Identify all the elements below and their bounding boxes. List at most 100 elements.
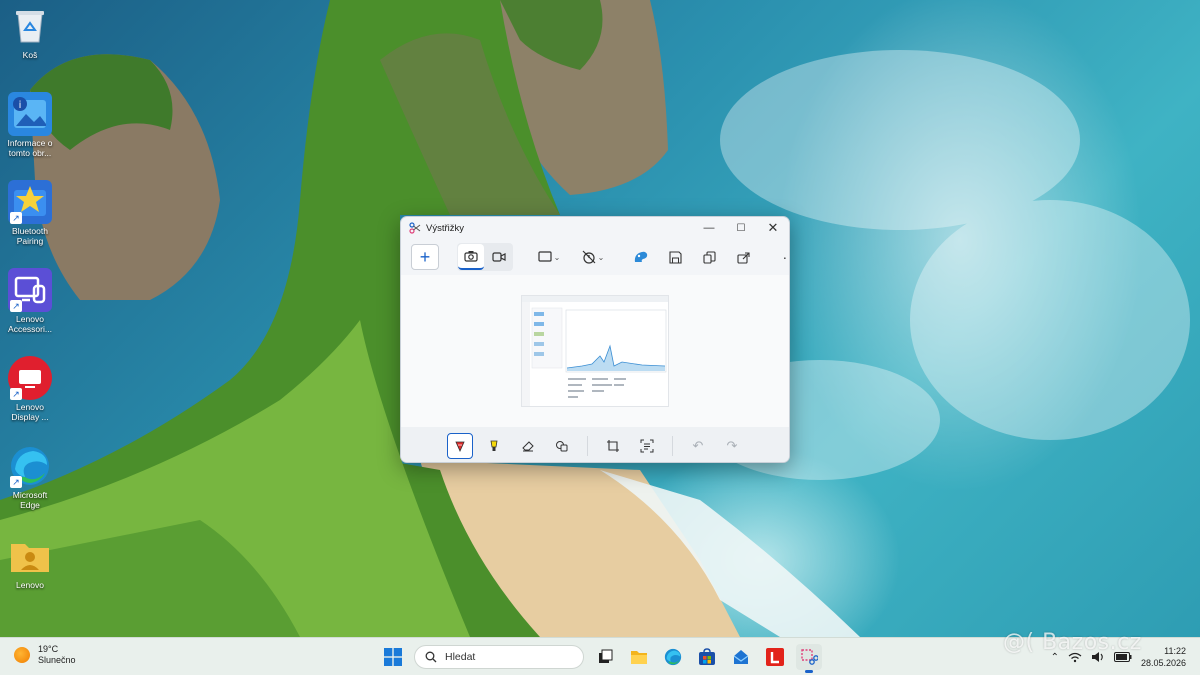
paint-icon bbox=[634, 251, 648, 262]
shapes-icon bbox=[556, 440, 568, 451]
save-icon bbox=[668, 250, 682, 264]
desktop-icon-image-info[interactable]: i Informace o tomto obr... bbox=[2, 92, 58, 158]
clock-date: 28.05.2026 bbox=[1140, 658, 1186, 668]
undo-button[interactable]: ↶ bbox=[685, 433, 711, 459]
mail-button[interactable] bbox=[728, 644, 754, 670]
title-bar[interactable]: Výstřižky — ☐ ✕ bbox=[401, 217, 789, 239]
edge-icon: ↗ bbox=[8, 444, 52, 488]
redo-button[interactable]: ↷ bbox=[719, 433, 745, 459]
text-actions-icon bbox=[640, 439, 654, 452]
more-icon: ··· bbox=[782, 249, 790, 265]
chevron-down-icon: ⌄ bbox=[553, 252, 561, 262]
edge-icon bbox=[664, 648, 682, 666]
shortcut-arrow-icon: ↗ bbox=[10, 300, 22, 312]
record-mode-button[interactable] bbox=[486, 244, 512, 270]
edge-taskbar-button[interactable] bbox=[660, 644, 686, 670]
crop-button[interactable] bbox=[600, 433, 626, 459]
toolbar-divider bbox=[587, 435, 588, 456]
toolbar-divider bbox=[672, 435, 673, 456]
weather-condition: Slunečno bbox=[38, 655, 76, 665]
lenovo-app-button[interactable] bbox=[762, 644, 788, 670]
copy-icon bbox=[702, 250, 716, 264]
search-placeholder: Hledat bbox=[445, 651, 476, 663]
search-icon bbox=[425, 651, 437, 663]
recycle-bin-icon bbox=[8, 4, 52, 48]
taskbar-search-box[interactable]: Hledat bbox=[414, 645, 584, 669]
snipping-tool-icon bbox=[801, 649, 818, 665]
sun-icon bbox=[14, 647, 30, 663]
timer-dropdown[interactable]: ⌄ bbox=[579, 244, 607, 270]
highlighter-icon bbox=[490, 440, 498, 451]
desktop-icon-bluetooth-pairing[interactable]: ↗ Bluetooth Pairing bbox=[2, 180, 58, 246]
copy-button[interactable] bbox=[695, 244, 723, 270]
crop-icon bbox=[607, 439, 619, 452]
redo-icon: ↷ bbox=[726, 437, 738, 453]
desktop-icon-label: Lenovo Display ... bbox=[11, 402, 49, 422]
snipping-tool-taskbar-button[interactable] bbox=[796, 644, 822, 673]
task-view-icon bbox=[599, 649, 613, 663]
desktop-icon-label: Lenovo Accessori... bbox=[8, 314, 52, 334]
share-icon bbox=[736, 251, 750, 264]
desktop-icon-label: Microsoft Edge bbox=[12, 490, 48, 510]
new-snip-button[interactable]: + bbox=[411, 244, 439, 270]
bazos-watermark: @( Bazos.cz bbox=[1003, 630, 1142, 655]
snip-preview-area[interactable] bbox=[401, 275, 789, 427]
weather-widget[interactable]: 19°C Slunečno bbox=[14, 644, 76, 666]
close-button[interactable]: ✕ bbox=[757, 217, 789, 239]
mail-icon bbox=[733, 650, 749, 664]
camera-icon bbox=[464, 251, 478, 262]
file-explorer-icon bbox=[631, 651, 647, 664]
store-icon bbox=[699, 648, 715, 665]
clock-time: 11:22 bbox=[1164, 646, 1186, 656]
screenshot-mode-button[interactable] bbox=[458, 244, 484, 270]
window-title: Výstřižky bbox=[426, 222, 464, 234]
task-view-button[interactable] bbox=[592, 644, 618, 670]
shortcut-arrow-icon: ↗ bbox=[10, 476, 22, 488]
taskbar-apps: Hledat bbox=[380, 642, 822, 673]
snip-shape-dropdown[interactable]: ⌄ bbox=[535, 244, 563, 270]
edit-in-paint-button[interactable] bbox=[627, 244, 655, 270]
minimize-button[interactable]: — bbox=[693, 217, 725, 239]
maximize-button[interactable]: ☐ bbox=[725, 217, 757, 239]
desktop-icon-edge[interactable]: ↗ Microsoft Edge bbox=[2, 444, 58, 510]
desktop-icon-label: Koš bbox=[22, 50, 38, 60]
eraser-icon bbox=[522, 440, 534, 451]
shortcut-arrow-icon: ↗ bbox=[10, 212, 22, 224]
svg-text:i: i bbox=[19, 100, 22, 111]
close-icon: ✕ bbox=[767, 220, 779, 235]
more-options-button[interactable]: ··· bbox=[777, 244, 790, 270]
desktop-icon-lenovo-accessories[interactable]: ↗ Lenovo Accessori... bbox=[2, 268, 58, 334]
start-button[interactable] bbox=[380, 644, 406, 670]
shapes-button[interactable] bbox=[549, 433, 575, 459]
taskbar-clock[interactable]: 11:22 28.05.2026 bbox=[1141, 645, 1186, 669]
captured-screenshot-thumbnail bbox=[521, 295, 669, 407]
markup-toolbar: ↶ ↷ bbox=[401, 427, 789, 462]
store-button[interactable] bbox=[694, 644, 720, 670]
chevron-down-icon: ⌄ bbox=[597, 252, 605, 262]
bluetooth-pairing-icon: ↗ bbox=[8, 180, 52, 224]
capture-mode-group bbox=[457, 243, 513, 271]
text-actions-button[interactable] bbox=[634, 433, 660, 459]
lenovo-accessories-icon: ↗ bbox=[8, 268, 52, 312]
desktop-icon-lenovo-display[interactable]: ↗ Lenovo Display ... bbox=[2, 356, 58, 422]
file-explorer-button[interactable] bbox=[626, 644, 652, 670]
snipping-tool-window[interactable]: Výstřižky — ☐ ✕ + ⌄ ⌄ · ↶ ↷ bbox=[400, 216, 790, 463]
windows-start-icon bbox=[384, 648, 402, 666]
desktop-icon-user-folder[interactable]: Lenovo bbox=[2, 534, 58, 590]
snip-toolbar: + ⌄ ⌄ ··· bbox=[401, 239, 789, 275]
desktop-icon-label: Informace o tomto obr... bbox=[7, 138, 53, 158]
snipping-tool-app-icon bbox=[409, 222, 421, 234]
ballpoint-pen-button[interactable] bbox=[447, 432, 473, 459]
desktop-icon-recycle-bin[interactable]: Koš bbox=[2, 4, 58, 60]
maximize-icon: ☐ bbox=[736, 222, 746, 234]
save-button[interactable] bbox=[661, 244, 689, 270]
highlighter-button[interactable] bbox=[481, 433, 507, 459]
screenshot-preview-image bbox=[522, 296, 668, 406]
snip-shape-icon bbox=[538, 251, 552, 262]
eraser-button[interactable] bbox=[515, 433, 541, 459]
share-button[interactable] bbox=[729, 244, 757, 270]
shortcut-arrow-icon: ↗ bbox=[10, 388, 22, 400]
desktop-icon-label: Bluetooth Pairing bbox=[12, 226, 48, 246]
weather-temperature: 19°C bbox=[38, 644, 59, 654]
undo-icon: ↶ bbox=[692, 437, 704, 453]
